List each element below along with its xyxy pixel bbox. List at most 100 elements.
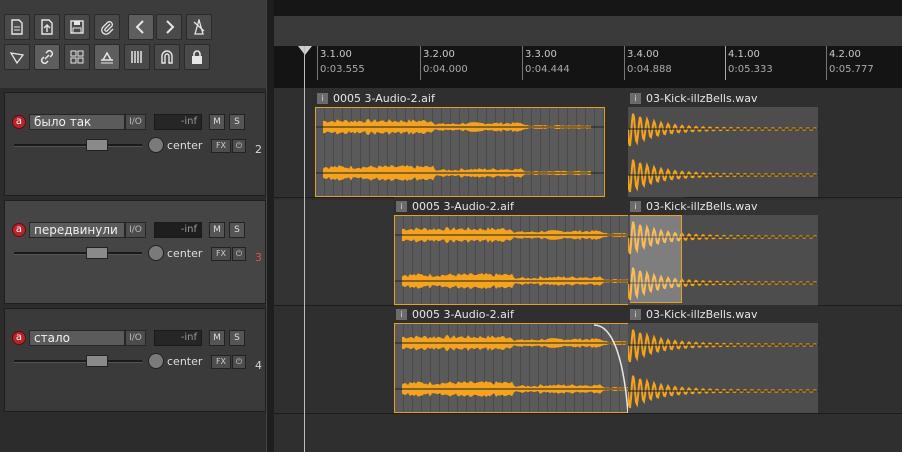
top-strip xyxy=(274,0,902,16)
lock-icon xyxy=(192,50,202,64)
envelope-icon xyxy=(9,52,25,65)
io-button[interactable]: I/O xyxy=(125,330,146,346)
track-number: 4 xyxy=(255,359,262,372)
waveform xyxy=(628,113,818,193)
item-grouping-button[interactable] xyxy=(34,44,60,70)
fx-button[interactable]: FX xyxy=(211,355,231,369)
pan-label: center xyxy=(167,139,203,152)
lock-button[interactable] xyxy=(184,44,210,70)
pan-knob[interactable] xyxy=(148,137,164,153)
grid-button[interactable] xyxy=(64,44,90,70)
mute-button[interactable]: M xyxy=(209,222,225,238)
magnet-icon xyxy=(161,50,173,64)
track-name-field[interactable]: было так xyxy=(29,114,125,130)
track-control-panel: a было так I/O -inf M S center FX ⏻ 2 a … xyxy=(0,88,266,452)
record-arm-button[interactable]: a xyxy=(12,331,26,345)
record-arm-button[interactable]: a xyxy=(12,223,26,237)
item-info-icon[interactable]: i xyxy=(630,201,641,212)
track-panel[interactable]: a стало I/O -inf M S center FX ⏻ 4 xyxy=(4,308,266,412)
io-button[interactable]: I/O xyxy=(125,222,146,238)
item-info-icon[interactable]: i xyxy=(630,309,641,320)
audio-item[interactable]: i 03-Kick-illzBells.wav xyxy=(628,305,818,413)
pan-knob[interactable] xyxy=(148,245,164,261)
metronome-icon xyxy=(193,19,205,35)
volume-meter: -inf xyxy=(154,330,202,346)
reaper-window: a было так I/O -inf M S center FX ⏻ 2 a … xyxy=(0,0,902,452)
ruler-tick xyxy=(826,46,827,80)
open-project-button[interactable] xyxy=(34,14,60,40)
audio-item[interactable]: i 0005 3-Audio-2.aif xyxy=(394,305,630,413)
fx-button[interactable]: FX xyxy=(211,139,231,153)
redo-icon xyxy=(166,20,175,34)
fade-out-curve[interactable] xyxy=(594,323,630,413)
track-panel[interactable]: a передвинули I/O -inf M S center FX ⏻ 3 xyxy=(4,200,266,304)
panel-splitter[interactable] xyxy=(266,0,274,452)
volume-meter: -inf xyxy=(154,222,202,238)
ruler-bar-label: 4.1.00 xyxy=(728,49,760,60)
item-label: 0005 3-Audio-2.aif xyxy=(412,200,514,213)
solo-button[interactable]: S xyxy=(229,114,245,130)
paperclip-icon xyxy=(101,21,114,35)
mute-button[interactable]: M xyxy=(209,330,225,346)
marker-region-lane[interactable] xyxy=(274,16,902,46)
ruler-bar-label: 4.2.00 xyxy=(829,49,861,60)
item-label: 0005 3-Audio-2.aif xyxy=(333,92,435,105)
envelope-button[interactable] xyxy=(4,44,30,70)
ruler-bar-label: 3.4.00 xyxy=(627,49,659,60)
fx-bypass-button[interactable]: ⏻ xyxy=(232,247,246,261)
io-button[interactable]: I/O xyxy=(125,114,146,130)
ruler-time-label: 0:05.777 xyxy=(829,64,874,75)
item-info-icon[interactable]: i xyxy=(396,309,407,320)
item-label: 0005 3-Audio-2.aif xyxy=(412,308,514,321)
item-info-icon[interactable]: i xyxy=(317,93,328,104)
undo-button[interactable] xyxy=(128,14,154,40)
redo-button[interactable] xyxy=(156,14,182,40)
overlap-region xyxy=(630,215,682,303)
edit-cursor-marker[interactable] xyxy=(298,46,312,55)
track-name-field[interactable]: передвинули xyxy=(29,222,125,238)
snap-lines-button[interactable] xyxy=(124,44,150,70)
project-media-button[interactable] xyxy=(94,14,120,40)
item-label: 03-Kick-illzBells.wav xyxy=(646,92,758,105)
solo-button[interactable]: S xyxy=(229,222,245,238)
item-info-icon[interactable]: i xyxy=(396,201,407,212)
audio-item[interactable]: i 03-Kick-illzBells.wav xyxy=(628,89,818,197)
ruler-bar-label: 3.2.00 xyxy=(423,49,455,60)
fx-bypass-button[interactable]: ⏻ xyxy=(232,355,246,369)
ruler-tick xyxy=(624,46,625,80)
ruler-tick xyxy=(317,46,318,80)
ruler-tick xyxy=(420,46,421,80)
undo-icon xyxy=(135,20,144,34)
solo-button[interactable]: S xyxy=(229,330,245,346)
item-info-icon[interactable]: i xyxy=(630,93,641,104)
track-panel[interactable]: a было так I/O -inf M S center FX ⏻ 2 xyxy=(4,92,266,196)
metronome-button[interactable] xyxy=(186,14,212,40)
ruler-time-label: 0:03.555 xyxy=(320,64,365,75)
volume-fader[interactable] xyxy=(14,247,142,259)
volume-fader[interactable] xyxy=(14,139,142,151)
fx-button[interactable]: FX xyxy=(211,247,231,261)
new-project-button[interactable] xyxy=(4,14,30,40)
ripple-edit-icon xyxy=(101,51,113,64)
pan-knob[interactable] xyxy=(148,353,164,369)
fx-bypass-button[interactable]: ⏻ xyxy=(232,139,246,153)
mute-button[interactable]: M xyxy=(209,114,225,130)
snap-button[interactable] xyxy=(154,44,180,70)
timeline-ruler[interactable]: 3.1.00 0:03.555 3.2.00 0:04.000 3.3.00 0… xyxy=(274,46,902,88)
track-name-field[interactable]: стало xyxy=(29,330,125,346)
volume-fader-thumb[interactable] xyxy=(86,355,108,367)
pan-label: center xyxy=(167,355,203,368)
volume-fader[interactable] xyxy=(14,355,142,367)
save-project-button[interactable] xyxy=(64,14,90,40)
item-label: 03-Kick-illzBells.wav xyxy=(646,308,758,321)
record-arm-button[interactable]: a xyxy=(12,115,26,129)
ripple-edit-button[interactable] xyxy=(94,44,120,70)
pan-label: center xyxy=(167,247,203,260)
ruler-time-label: 0:04.888 xyxy=(627,64,672,75)
link-icon xyxy=(40,49,54,65)
volume-fader-thumb[interactable] xyxy=(86,247,108,259)
new-project-icon xyxy=(11,19,23,35)
volume-fader-thumb[interactable] xyxy=(86,139,108,151)
arrange-view[interactable]: 3.1.00 0:03.555 3.2.00 0:04.000 3.3.00 0… xyxy=(274,0,902,452)
audio-item[interactable]: i 0005 3-Audio-2.aif xyxy=(315,89,605,197)
